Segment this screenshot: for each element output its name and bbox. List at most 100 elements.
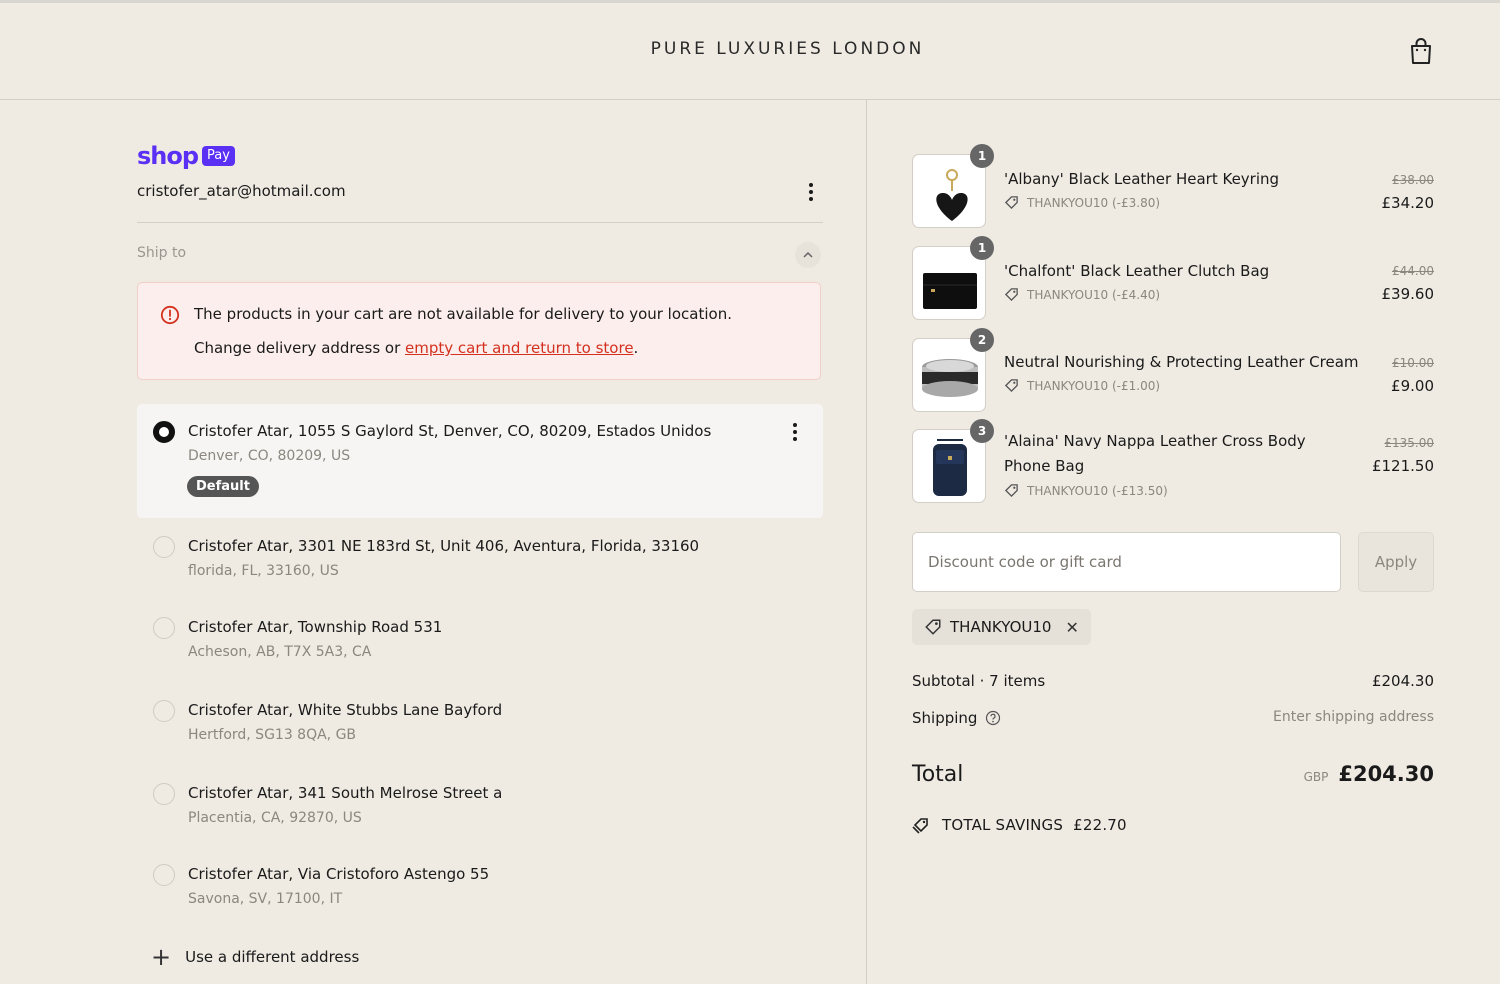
shop-wordmark: shop [137, 142, 199, 170]
product-thumbnail: 1 [912, 236, 994, 320]
alert-body: Change delivery address or empty cart an… [194, 339, 638, 357]
default-badge: Default [187, 476, 259, 497]
address-line1: Cristofer Atar, 1055 S Gaylord St, Denve… [188, 422, 712, 440]
item-price: £34.20 [1381, 194, 1435, 212]
total-savings: TOTAL SAVINGS £22.70 [912, 816, 1127, 834]
address-line2: Hertford, SG13 8QA, GB [188, 727, 357, 743]
address-option[interactable]: Cristofer Atar, White Stubbs Lane Bayfor… [137, 696, 823, 776]
address-option[interactable]: Cristofer Atar, 341 South Melrose Street… [137, 779, 823, 859]
applied-code: THANKYOU10 [950, 618, 1052, 636]
help-question-icon[interactable] [985, 710, 1001, 726]
address-radio[interactable] [153, 783, 175, 805]
quantity-badge: 1 [970, 144, 994, 168]
error-circle-icon [160, 305, 180, 325]
use-different-address-button[interactable]: + Use a different address [151, 943, 360, 971]
savings-value: £22.70 [1073, 816, 1127, 834]
alert-suffix: . [633, 339, 639, 357]
quantity-badge: 3 [970, 419, 994, 443]
empty-cart-link[interactable]: empty cart and return to store [405, 339, 634, 357]
item-discount: THANKYOU10 (-£4.40) [1004, 287, 1160, 302]
address-line1: Cristofer Atar, Township Road 531 [188, 618, 443, 636]
product-thumbnail: 1 [912, 144, 994, 228]
item-discount: THANKYOU10 (-£1.00) [1004, 378, 1160, 393]
subtotal-value: £204.30 [1371, 672, 1434, 690]
item-price: £9.00 [1391, 377, 1434, 395]
discount-code-input[interactable] [912, 532, 1341, 592]
shipping-value: Enter shipping address [1273, 709, 1434, 725]
product-name: 'Alaina' Navy Nappa Leather Cross Body P… [1004, 432, 1306, 475]
remove-discount-close-icon[interactable]: ✕ [1065, 618, 1078, 637]
alert-title: The products in your cart are not availa… [194, 305, 732, 323]
product-name: 'Albany' Black Leather Heart Keyring [1004, 170, 1280, 188]
use-different-address-label: Use a different address [185, 948, 360, 966]
address-radio-selected[interactable] [153, 421, 175, 443]
address-line2: florida, FL, 33160, US [188, 563, 339, 579]
tag-icon [1004, 484, 1018, 498]
tag-icon [925, 619, 941, 635]
account-email: cristofer_atar@hotmail.com [137, 182, 346, 200]
original-price: £38.00 [1392, 173, 1434, 187]
header: PURE LUXURIES LONDON [0, 3, 1500, 100]
address-option-default[interactable]: Cristofer Atar, 1055 S Gaylord St, Denve… [137, 404, 823, 518]
apply-discount-button[interactable]: Apply [1358, 532, 1434, 592]
address-option[interactable]: Cristofer Atar, 3301 NE 183rd St, Unit 4… [137, 532, 823, 612]
tag-icon [1004, 288, 1018, 302]
alert-prefix: Change delivery address or [194, 339, 406, 357]
section-divider [137, 222, 823, 223]
address-line2: Placentia, CA, 92870, US [188, 810, 362, 826]
total-label: Total [912, 762, 964, 787]
shop-pay-logo: shop Pay [137, 142, 235, 170]
item-price: £121.50 [1371, 457, 1434, 475]
currency-code: GBP [1303, 770, 1329, 784]
item-discount-label: THANKYOU10 (-£13.50) [1027, 483, 1168, 498]
column-divider [866, 100, 867, 984]
address-option[interactable]: Cristofer Atar, Via Cristoforo Astengo 5… [137, 860, 823, 940]
tag-icon [1004, 379, 1018, 393]
quantity-badge: 1 [970, 236, 994, 260]
address-line1: Cristofer Atar, 341 South Melrose Street… [188, 784, 503, 802]
subtotal-row: Subtotal · 7 items £204.30 [912, 672, 1434, 690]
tag-icon [1004, 196, 1018, 210]
original-price: £44.00 [1392, 264, 1434, 278]
shipping-label: Shipping [912, 709, 978, 727]
address-menu-icon[interactable] [785, 420, 805, 444]
address-line2: Savona, SV, 17100, IT [188, 891, 343, 907]
address-line1: Cristofer Atar, White Stubbs Lane Bayfor… [188, 701, 503, 719]
address-radio[interactable] [153, 700, 175, 722]
address-line1: Cristofer Atar, 3301 NE 183rd St, Unit 4… [188, 537, 700, 555]
item-discount: THANKYOU10 (-£13.50) [1004, 483, 1168, 498]
address-radio[interactable] [153, 617, 175, 639]
pay-badge: Pay [202, 146, 235, 166]
quantity-badge: 2 [970, 328, 994, 352]
product-name: Neutral Nourishing & Protecting Leather … [1004, 353, 1359, 371]
product-thumbnail: 3 [912, 419, 994, 503]
address-option[interactable]: Cristofer Atar, Township Road 531 Acheso… [137, 613, 823, 693]
applied-discount-chip: THANKYOU10 ✕ [912, 609, 1091, 645]
address-line2: Denver, CO, 80209, US [188, 448, 351, 464]
ship-to-label: Ship to [137, 245, 187, 261]
item-discount-label: THANKYOU10 (-£1.00) [1027, 378, 1161, 393]
total-amount-group: GBP £204.30 [1304, 762, 1434, 786]
total-value: £204.30 [1338, 762, 1434, 786]
address-line2: Acheson, AB, T7X 5A3, CA [188, 644, 372, 660]
item-price: £39.60 [1381, 285, 1435, 303]
item-discount: THANKYOU10 (-£3.80) [1004, 195, 1160, 210]
shopping-bag-icon[interactable] [1408, 37, 1434, 65]
original-price: £10.00 [1392, 356, 1434, 370]
subtotal-label: Subtotal · 7 items [912, 672, 1046, 690]
account-menu-icon[interactable] [801, 180, 821, 204]
plus-icon: + [151, 943, 172, 971]
collapse-chevron-up-icon[interactable] [795, 242, 821, 268]
item-discount-label: THANKYOU10 (-£4.40) [1027, 287, 1161, 302]
product-name: 'Chalfont' Black Leather Clutch Bag [1004, 262, 1270, 280]
address-line1: Cristofer Atar, Via Cristoforo Astengo 5… [188, 865, 490, 883]
address-radio[interactable] [153, 536, 175, 558]
original-price: £135.00 [1384, 436, 1434, 450]
tags-icon [912, 818, 928, 834]
address-radio[interactable] [153, 864, 175, 886]
store-brand[interactable]: PURE LUXURIES LONDON [0, 39, 1500, 59]
shipping-row: Shipping Enter shipping address [912, 709, 1434, 727]
product-thumbnail: 2 [912, 328, 994, 412]
item-discount-label: THANKYOU10 (-£3.80) [1027, 195, 1161, 210]
delivery-error-alert: The products in your cart are not availa… [137, 282, 821, 380]
